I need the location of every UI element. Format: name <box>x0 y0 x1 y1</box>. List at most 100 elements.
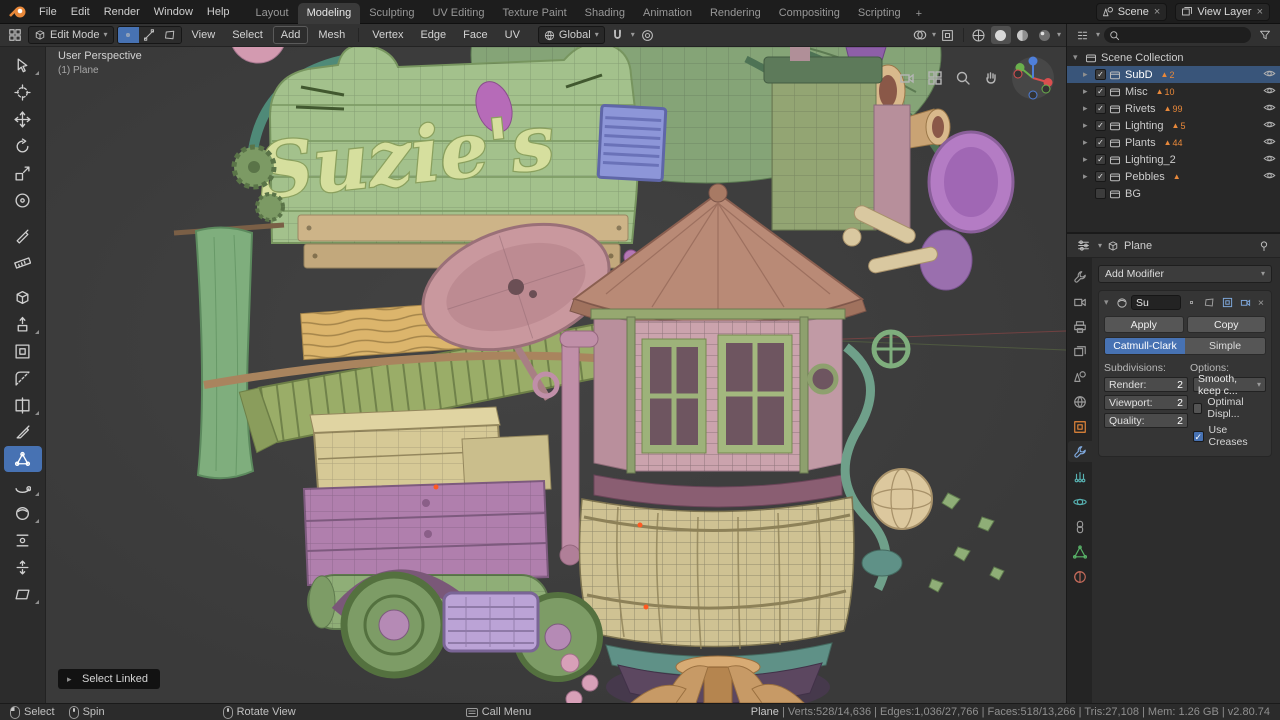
display-in-edit-mode-toggle[interactable] <box>1202 295 1217 310</box>
tool-edge-slide[interactable] <box>4 527 42 553</box>
tool-measure[interactable] <box>4 249 42 275</box>
tool-inset-faces[interactable] <box>4 338 42 364</box>
tab-modeling[interactable]: Modeling <box>297 2 361 24</box>
pin-icon[interactable] <box>1254 237 1274 255</box>
simple-option[interactable]: Simple <box>1185 338 1265 354</box>
collection-checkbox[interactable]: ✓ <box>1095 120 1106 131</box>
tool-rotate[interactable] <box>4 133 42 159</box>
menu-select[interactable]: Select <box>225 27 270 43</box>
mode-selector[interactable]: Edit Mode ▾ <box>28 26 114 44</box>
tab-compositing[interactable]: Compositing <box>770 3 849 24</box>
scene-unlink-icon[interactable]: × <box>1153 6 1161 18</box>
expand-arrow-icon[interactable]: ▸ <box>1083 137 1092 148</box>
expand-arrow-icon[interactable]: ▾ <box>1104 297 1113 308</box>
orientation-selector[interactable]: Global ▾ <box>537 26 605 44</box>
menu-edit[interactable]: Edit <box>64 4 97 20</box>
menu-edge[interactable]: Edge <box>413 27 453 43</box>
expand-arrow-icon[interactable]: ▾ <box>1073 52 1082 63</box>
collection-checkbox[interactable]: ✓ <box>1095 171 1106 182</box>
outliner-search-input[interactable] <box>1104 27 1251 43</box>
tab-tool[interactable] <box>1068 266 1092 287</box>
editor-type-button[interactable] <box>5 26 25 44</box>
shading-rendered-button[interactable] <box>1035 26 1055 44</box>
tab-scene[interactable] <box>1068 366 1092 387</box>
tab-output[interactable] <box>1068 316 1092 337</box>
shading-solid-button[interactable] <box>990 26 1011 44</box>
vertex-select-button[interactable] <box>117 27 139 43</box>
outliner-row-lighting-2[interactable]: ▸ ✓ Lighting_2 <box>1067 151 1280 168</box>
viewport-subdivisions-field[interactable]: Viewport: 2 <box>1104 395 1188 410</box>
modifier-close-icon[interactable]: × <box>1256 297 1266 309</box>
tool-extrude-region[interactable] <box>4 311 42 337</box>
outliner-editor-type-button[interactable] <box>1072 26 1092 44</box>
visibility-eye-icon[interactable] <box>1263 118 1276 134</box>
navigation-gizmo[interactable] <box>1010 55 1056 101</box>
menu-uv[interactable]: UV <box>498 27 527 43</box>
copy-button[interactable]: Copy <box>1186 316 1266 333</box>
collection-checkbox[interactable]: ✓ <box>1095 103 1106 114</box>
face-select-button[interactable] <box>159 27 181 43</box>
camera-view-icon[interactable] <box>898 69 916 87</box>
tab-animation[interactable]: Animation <box>634 3 701 24</box>
catmull-clark-option[interactable]: Catmull-Clark <box>1105 338 1185 354</box>
tool-shear[interactable] <box>4 581 42 607</box>
xray-toggle-button[interactable] <box>938 26 958 44</box>
show-overlaps-button[interactable] <box>910 26 930 44</box>
tool-spin[interactable] <box>4 473 42 499</box>
tab-material[interactable] <box>1068 566 1092 587</box>
expand-arrow-icon[interactable]: ▸ <box>1083 120 1092 131</box>
display-on-cage-toggle[interactable] <box>1184 295 1199 310</box>
outliner-row-misc[interactable]: ▸ ✓ Misc ▲ 10 <box>1067 83 1280 100</box>
visibility-eye-icon[interactable] <box>1263 67 1276 83</box>
tool-knife[interactable] <box>4 419 42 445</box>
optimal-display-checkbox[interactable]: Optimal Displ... <box>1193 396 1266 420</box>
tab-object[interactable] <box>1068 416 1092 437</box>
menu-view[interactable]: View <box>185 27 223 43</box>
tab-constraints[interactable] <box>1068 516 1092 537</box>
blender-logo-icon[interactable] <box>8 4 28 20</box>
expand-arrow-icon[interactable]: ▸ <box>1083 154 1092 165</box>
tool-add-cube[interactable] <box>4 284 42 310</box>
collection-checkbox[interactable]: ✓ <box>1095 86 1106 97</box>
properties-editor-type-button[interactable] <box>1073 237 1093 255</box>
tool-shrink-fatten[interactable] <box>4 554 42 580</box>
menu-window[interactable]: Window <box>147 4 200 20</box>
snap-options-chevron-icon[interactable]: ▾ <box>631 31 635 39</box>
tool-move[interactable] <box>4 106 42 132</box>
outliner-row-scene-collection[interactable]: ▾ Scene Collection <box>1067 49 1280 66</box>
filter-icon[interactable] <box>1255 26 1275 44</box>
snap-toggle-button[interactable] <box>608 26 628 44</box>
menu-mesh[interactable]: Mesh <box>311 27 352 43</box>
tool-loop-cut[interactable] <box>4 392 42 418</box>
chevron-down-icon[interactable]: ▾ <box>932 31 936 39</box>
tab-modifiers[interactable] <box>1067 441 1092 462</box>
zoom-icon[interactable] <box>954 69 972 87</box>
tool-transform[interactable] <box>4 187 42 213</box>
outliner-row-plants[interactable]: ▸ ✓ Plants ▲ 44 <box>1067 134 1280 151</box>
tab-uv-editing[interactable]: UV Editing <box>423 3 493 24</box>
visibility-eye-icon[interactable] <box>1263 84 1276 100</box>
tab-texture-paint[interactable]: Texture Paint <box>493 3 575 24</box>
visibility-eye-icon[interactable] <box>1263 101 1276 117</box>
collection-checkbox[interactable]: ✓ <box>1095 137 1106 148</box>
use-creases-checkbox[interactable]: ✓ Use Creases <box>1193 424 1266 448</box>
add-modifier-dropdown[interactable]: Add Modifier ▾ <box>1098 265 1272 283</box>
outliner-row-bg[interactable]: ▸ BG <box>1067 185 1280 202</box>
visibility-eye-icon[interactable] <box>1263 135 1276 151</box>
menu-vertex[interactable]: Vertex <box>365 27 410 43</box>
outliner-row-subd[interactable]: ▸ ✓ SubD ▲ 2 <box>1067 66 1280 83</box>
tool-scale[interactable] <box>4 160 42 186</box>
menu-file[interactable]: File <box>32 4 64 20</box>
tool-smooth[interactable] <box>4 500 42 526</box>
proportional-editing-button[interactable] <box>638 26 658 44</box>
view-layer-selector[interactable]: View Layer × <box>1175 2 1270 21</box>
tool-cursor[interactable] <box>4 79 42 105</box>
menu-render[interactable]: Render <box>97 4 147 20</box>
expand-arrow-icon[interactable]: ▸ <box>1083 69 1092 80</box>
pan-hand-icon[interactable] <box>982 69 1000 87</box>
checkbox[interactable] <box>1193 402 1203 414</box>
outliner-row-pebbles[interactable]: ▸ ✓ Pebbles ▲ <box>1067 168 1280 185</box>
tab-physics[interactable] <box>1068 491 1092 512</box>
tab-object-data[interactable] <box>1068 541 1092 562</box>
shading-options-chevron-icon[interactable]: ▾ <box>1057 31 1061 39</box>
